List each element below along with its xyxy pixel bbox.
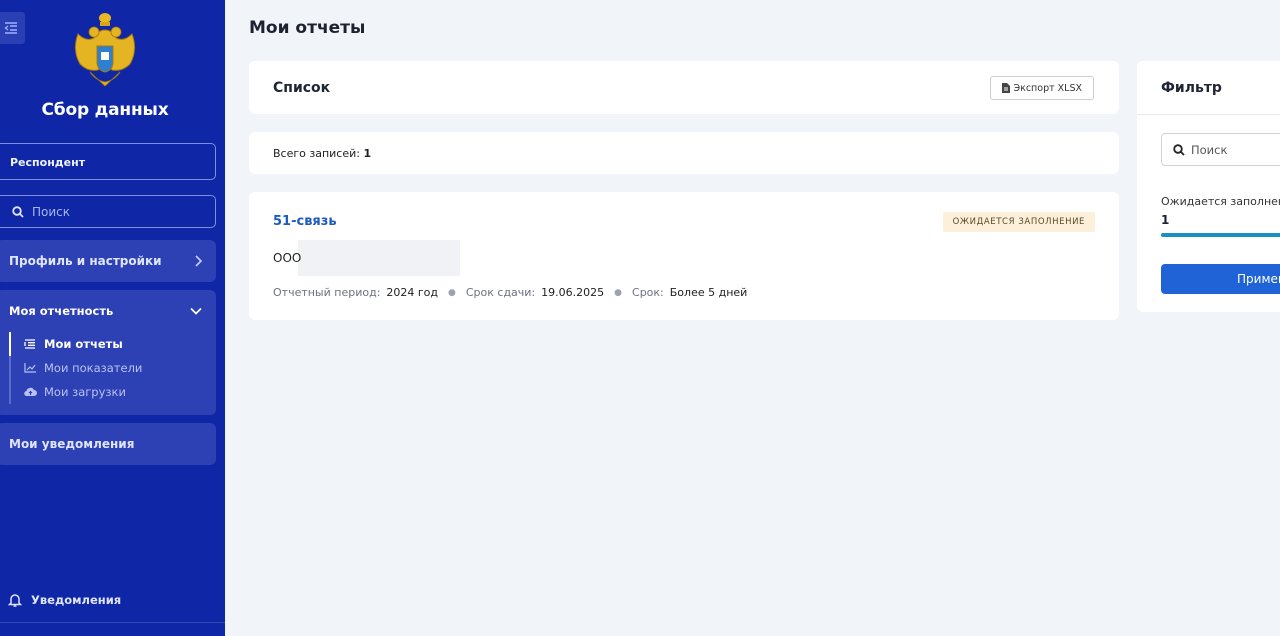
sidebar-item-label: Мои отчеты <box>44 337 123 351</box>
report-card: 51-связь ОЖИДАЕТСЯ ЗАПОЛНЕНИЕ ООО Отчетн… <box>249 192 1119 320</box>
separator-dot-icon: ● <box>448 287 456 298</box>
filter-status-label[interactable]: Ожидается заполнение <box>1161 195 1280 208</box>
report-meta: Отчетный период: 2024 год ● Срок сдачи: … <box>273 286 747 299</box>
export-xlsx-button[interactable]: Экспорт XLSX <box>990 76 1094 100</box>
term-label: Срок: <box>632 286 664 299</box>
list-title: Список <box>273 80 331 96</box>
app-brand-title: Сбор данных <box>41 100 169 120</box>
filter-title: Фильтр <box>1161 80 1222 96</box>
respondent-selector[interactable]: Респондент <box>0 143 216 180</box>
total-count: 1 <box>363 147 372 160</box>
sidebar: Сбор данных Респондент Профиль и настрой… <box>0 0 225 636</box>
export-label: Экспорт XLSX <box>1013 82 1082 94</box>
bell-icon <box>8 592 22 608</box>
nav-my-reporting: Моя отчетность Мои отчеты Мои показатели <box>0 290 216 415</box>
total-label: Всего записей: <box>273 147 360 160</box>
period-value: 2024 год <box>386 286 439 299</box>
nav-reporting-label: Моя отчетность <box>9 304 114 318</box>
sidebar-item-label: Мои загрузки <box>44 385 126 399</box>
separator-dot-icon: ● <box>614 287 623 298</box>
due-label: Срок сдачи: <box>465 286 536 299</box>
filter-status-bar <box>1161 233 1280 237</box>
reporting-subnav: Мои отчеты Мои показатели Мои загрузки <box>8 332 142 404</box>
sidebar-search[interactable] <box>0 195 216 228</box>
filter-search[interactable] <box>1161 133 1280 166</box>
nav-my-notifications[interactable]: Мои уведомления <box>0 423 216 465</box>
sidebar-search-input[interactable] <box>32 204 202 219</box>
search-icon <box>1173 143 1185 156</box>
notifications-button[interactable]: Уведомления <box>8 592 121 608</box>
filter-panel: Фильтр Ожидается заполнение 1 Применить <box>1137 61 1280 312</box>
sidebar-item-my-indicators[interactable]: Мои показатели <box>11 356 142 380</box>
redacted-org-name <box>298 240 460 276</box>
page-title: Мои отчеты <box>249 18 366 38</box>
period-label: Отчетный период: <box>273 286 381 299</box>
list-header-card: Список Экспорт XLSX <box>249 61 1119 114</box>
filter-search-input[interactable] <box>1191 142 1280 157</box>
sidebar-divider <box>0 622 225 623</box>
filter-status-count: 1 <box>1161 213 1170 227</box>
organization-prefix: ООО <box>273 251 302 265</box>
chart-icon <box>24 363 38 373</box>
collapse-menu-icon <box>3 22 17 34</box>
coat-of-arms-logo <box>74 13 136 87</box>
due-value: 19.06.2025 <box>541 286 605 299</box>
search-icon <box>12 205 24 218</box>
apply-filter-button[interactable]: Применить <box>1161 264 1280 294</box>
nav-profile-label: Профиль и настройки <box>9 254 162 268</box>
list-icon <box>24 339 38 349</box>
filter-status-bar-fill <box>1161 233 1280 237</box>
file-icon <box>1002 83 1011 93</box>
nav-notifications-label: Мои уведомления <box>9 437 135 451</box>
nav-profile-settings[interactable]: Профиль и настройки <box>0 240 216 282</box>
chevron-right-icon <box>195 255 202 267</box>
chevron-down-icon <box>190 307 202 315</box>
nav-reporting-header[interactable]: Моя отчетность <box>0 290 216 318</box>
cloud-upload-icon <box>24 387 38 397</box>
report-name-link[interactable]: 51-связь <box>273 214 337 229</box>
notifications-label: Уведомления <box>31 593 122 607</box>
sidebar-item-label: Мои показатели <box>44 361 143 375</box>
term-value: Более 5 дней <box>669 286 748 299</box>
total-records-card: Всего записей: 1 <box>249 132 1119 174</box>
sidebar-item-my-uploads[interactable]: Мои загрузки <box>11 380 142 404</box>
collapse-sidebar-button[interactable] <box>0 12 25 44</box>
status-badge: ОЖИДАЕТСЯ ЗАПОЛНЕНИЕ <box>942 212 1095 232</box>
sidebar-item-my-reports[interactable]: Мои отчеты <box>8 332 142 356</box>
filter-divider <box>1137 114 1280 115</box>
